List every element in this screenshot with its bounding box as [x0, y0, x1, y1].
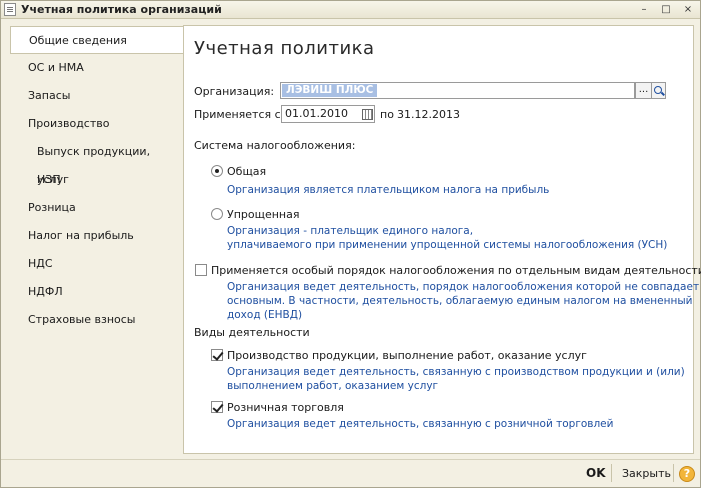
sidebar-nav: Общие сведения ОС и НМА Запасы Производс… [10, 25, 184, 453]
window-controls: – □ × [636, 3, 696, 16]
maximize-button[interactable]: □ [658, 3, 674, 16]
sidebar-item-fixed-assets[interactable]: ОС и НМА [10, 54, 183, 82]
help-icon[interactable]: ? [679, 466, 695, 482]
applies-to-value: 31.12.2013 [397, 108, 460, 121]
retail-desc: Организация ведет деятельность, связанну… [227, 418, 614, 430]
window-title: Учетная политика организаций [21, 3, 222, 16]
production-desc-2: выполнением работ, оказанием услуг [227, 380, 439, 392]
minimize-button[interactable]: – [636, 3, 652, 16]
tax-simplified-desc-2: уплачиваемого при применении упрощенной … [227, 239, 668, 251]
ok-button[interactable]: OK [586, 466, 606, 480]
organization-value: ЛЭВИШ ПЛЮС [282, 84, 378, 97]
document-icon [4, 3, 16, 16]
footer-divider [1, 459, 700, 460]
applies-to-label: по [380, 108, 394, 121]
page-title: Учетная политика [194, 38, 375, 59]
special-order-label[interactable]: Применяется особый порядок налогообложен… [211, 264, 701, 277]
title-bar: Учетная политика организаций – □ × [1, 1, 700, 19]
sidebar-item-wip[interactable]: НЗП [10, 166, 183, 194]
tax-simplified-radio[interactable] [211, 208, 223, 220]
retail-label[interactable]: Розничная торговля [227, 401, 344, 414]
sidebar-item-retail[interactable]: Розница [10, 194, 183, 222]
calendar-icon[interactable] [360, 106, 374, 122]
footer-separator [611, 464, 612, 482]
tax-general-desc: Организация является плательщиком налога… [227, 184, 550, 196]
special-order-desc-1: Организация ведет деятельность, порядок … [227, 281, 701, 293]
sidebar-item-profit-tax[interactable]: Налог на прибыль [10, 222, 183, 250]
select-organization-button[interactable]: ... [635, 82, 652, 99]
production-checkbox[interactable] [211, 349, 223, 361]
policy-window: Учетная политика организаций – □ × Общие… [0, 0, 701, 488]
production-desc-1: Организация ведет деятельность, связанну… [227, 366, 685, 378]
activities-label: Виды деятельности [194, 326, 310, 339]
sidebar-item-general[interactable]: Общие сведения [10, 26, 184, 54]
tax-simplified-desc-1: Организация - плательщик единого налога, [227, 225, 474, 237]
organization-label: Организация: [194, 85, 275, 98]
close-button[interactable]: Закрыть [622, 467, 671, 480]
tax-simplified-label[interactable]: Упрощенная [227, 208, 299, 221]
special-order-desc-2: основным. В частности, деятельность, обл… [227, 295, 693, 307]
footer-separator-2 [673, 464, 674, 482]
sidebar-item-production[interactable]: Производство [10, 110, 183, 138]
applies-from-label: Применяется с: [194, 108, 285, 121]
sidebar-item-insurance[interactable]: Страховые взносы [10, 306, 183, 334]
tax-general-radio[interactable] [211, 165, 223, 177]
tax-general-label[interactable]: Общая [227, 165, 266, 178]
tax-system-label: Система налогообложения: [194, 139, 356, 152]
sidebar-item-income-tax[interactable]: НДФЛ [10, 278, 183, 306]
close-window-button[interactable]: × [680, 3, 696, 16]
sidebar-item-inventory[interactable]: Запасы [10, 82, 183, 110]
search-icon[interactable] [652, 82, 666, 99]
retail-checkbox[interactable] [211, 401, 223, 413]
sidebar-item-vat[interactable]: НДС [10, 250, 183, 278]
content-pane: Учетная политика Организация: ЛЭВИШ ПЛЮС… [183, 25, 701, 454]
production-label[interactable]: Производство продукции, выполнение работ… [227, 349, 587, 362]
special-order-desc-3: доход (ЕНВД) [227, 309, 303, 321]
sidebar-item-output[interactable]: Выпуск продукции, услуг [10, 138, 183, 186]
special-order-checkbox[interactable] [195, 264, 207, 276]
organization-field[interactable]: ЛЭВИШ ПЛЮС [280, 82, 635, 99]
